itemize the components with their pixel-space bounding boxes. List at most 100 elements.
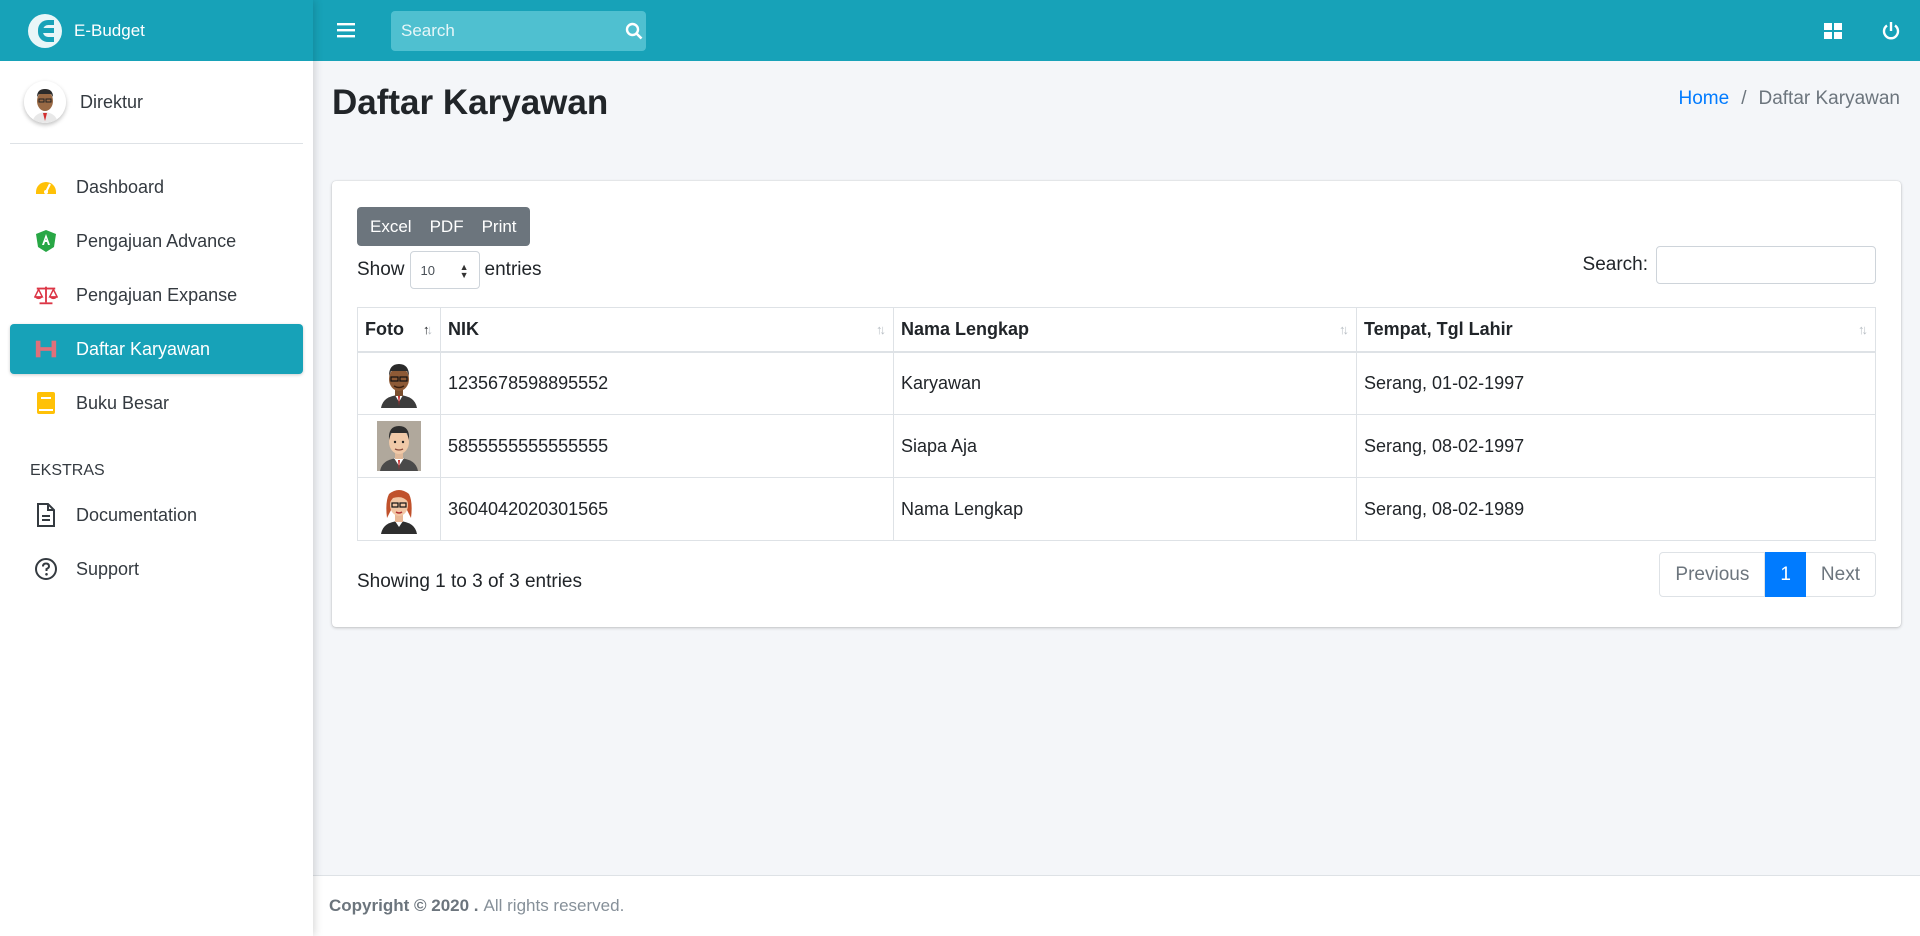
user-panel: Direktur (10, 61, 303, 144)
sidebar-item-label: Daftar Karyawan (76, 338, 211, 359)
employee-photo[interactable] (377, 421, 421, 471)
balance-scale-icon (34, 283, 58, 307)
table-search-label: Search: (1582, 254, 1648, 275)
employee-photo[interactable] (377, 358, 421, 409)
footer-copyright: Copyright © 2020 . (329, 896, 479, 915)
sidebar: E-Budget Direktur Dashboard Pengajuan Ad… (0, 0, 313, 936)
sidebar-item-label: Pengajuan Advance (76, 230, 237, 251)
previous-button[interactable]: Previous (1659, 552, 1766, 597)
sidebar-item-label: Dashboard (76, 176, 165, 197)
power-icon (1882, 21, 1900, 39)
column-header-tempat-tgl-lahir[interactable]: Tempat, Tgl Lahir ↑↓ (1356, 307, 1876, 353)
next-button[interactable]: Next (1805, 552, 1876, 597)
nama-cell: Siapa Aja (893, 414, 1357, 478)
table-row[interactable]: 5855555555555555 Siapa Aja Serang, 08-02… (357, 414, 1876, 478)
employee-table: Foto ↑↓ NIK ↑↓ Nama Lengkap ↑↓ Tempat, T… (357, 307, 1876, 541)
brand-text: E-Budget (74, 20, 145, 40)
hamburger-icon (337, 22, 355, 37)
breadcrumb: Home / Daftar Karyawan (1679, 88, 1900, 110)
column-header-nama-lengkap[interactable]: Nama Lengkap ↑↓ (893, 307, 1357, 353)
sidebar-item-label: Documentation (76, 504, 198, 525)
breadcrumb-current: Daftar Karyawan (1758, 88, 1900, 109)
column-header-foto[interactable]: Foto ↑↓ (357, 307, 441, 353)
sort-asc-icon: ↑↓ (423, 322, 433, 337)
nik-cell: 5855555555555555 (440, 414, 894, 478)
sort-icon: ↑↓ (1339, 322, 1349, 337)
table-search-input[interactable] (1656, 246, 1876, 284)
search-icon (625, 22, 643, 39)
sidebar-item-support[interactable]: Support (10, 544, 303, 594)
photo-cell (357, 351, 441, 415)
sort-icon: ↑↓ (876, 322, 886, 337)
page-1-button[interactable]: 1 (1765, 552, 1806, 597)
nama-cell: Nama Lengkap (893, 477, 1357, 541)
tachometer-icon (34, 175, 58, 199)
length-control: Show 10 ▲ ▼ entries (357, 251, 542, 289)
pdf-button[interactable]: PDF (421, 217, 473, 237)
entries-length-select[interactable]: 10 ▲ ▼ (409, 251, 480, 289)
grid-button[interactable] (1804, 0, 1862, 61)
breadcrumb-home-link[interactable]: Home (1679, 88, 1730, 110)
footer: Copyright © 2020 . All rights reserved. (313, 875, 1920, 936)
sidebar-item-documentation[interactable]: Documentation (10, 490, 303, 540)
sidebar-item-label: Buku Besar (76, 392, 170, 413)
brand-logo-icon (28, 13, 62, 48)
export-buttons: Excel PDF Print (357, 207, 530, 246)
ttl-cell: Serang, 08-02-1997 (1356, 414, 1876, 478)
book-icon (34, 391, 58, 415)
top-navbar (313, 0, 1920, 61)
navbar-right (1804, 0, 1920, 61)
sidebar-item-label: Support (76, 558, 140, 579)
sidebar-section-header: EKSTRAS (30, 462, 105, 479)
main-content: Daftar Karyawan Home / Daftar Karyawan E… (313, 61, 1920, 876)
sidebar-item-dashboard[interactable]: Dashboard (10, 162, 303, 212)
table-info: Showing 1 to 3 of 3 entries (357, 571, 582, 592)
column-header-nik[interactable]: NIK ↑↓ (440, 307, 894, 353)
photo-cell (357, 477, 441, 541)
sidebar-nav: Dashboard Pengajuan Advance Pengajuan Ex… (0, 144, 313, 594)
sort-icon: ↑↓ (1858, 322, 1868, 337)
navbar-search (391, 10, 646, 51)
sidebar-item-label: Pengajuan Expanse (76, 284, 238, 305)
sidebar-item-daftar-karyawan[interactable]: Daftar Karyawan (10, 324, 303, 374)
logout-button[interactable] (1862, 0, 1920, 61)
brand-link[interactable]: E-Budget (0, 0, 313, 61)
column-header-label: NIK (448, 318, 479, 339)
table-header-row: Foto ↑↓ NIK ↑↓ Nama Lengkap ↑↓ Tempat, T… (357, 307, 1876, 353)
user-name[interactable]: Direktur (80, 92, 143, 113)
employee-photo[interactable] (377, 484, 421, 534)
navbar-search-input[interactable] (391, 10, 622, 51)
nik-cell: 3604042020301565 (440, 477, 894, 541)
employee-table-card: Excel PDF Print Show 10 ▲ ▼ entries Searc… (332, 181, 1901, 627)
users-icon (34, 337, 58, 361)
column-header-label: Nama Lengkap (901, 318, 1030, 339)
nama-cell: Karyawan (893, 351, 1357, 415)
navbar-search-button[interactable] (622, 11, 646, 51)
file-icon (34, 503, 58, 527)
sidebar-item-pengajuan-advance[interactable]: Pengajuan Advance (10, 216, 303, 266)
ttl-cell: Serang, 08-02-1989 (1356, 477, 1876, 541)
photo-cell (357, 414, 441, 478)
print-button[interactable]: Print (473, 217, 526, 237)
footer-rights: All rights reserved. (483, 896, 625, 915)
ttl-cell: Serang, 01-02-1997 (1356, 351, 1876, 415)
page-title: Daftar Karyawan (332, 83, 609, 122)
entries-length-value: 10 (420, 262, 435, 278)
angular-shield-icon (34, 229, 58, 253)
select-arrows-icon: ▲ ▼ (459, 262, 469, 280)
avatar[interactable] (24, 81, 66, 123)
nik-cell: 1235678598895552 (440, 351, 894, 415)
show-label: Show (357, 259, 405, 280)
menu-toggle-button[interactable] (337, 18, 367, 44)
column-header-label: Foto (365, 318, 404, 339)
breadcrumb-separator: / (1741, 88, 1747, 109)
sidebar-item-buku-besar[interactable]: Buku Besar (10, 378, 303, 428)
table-row[interactable]: 1235678598895552 Karyawan Serang, 01-02-… (357, 351, 1876, 415)
entries-label: entries (484, 259, 542, 280)
table-row[interactable]: 3604042020301565 Nama Lengkap Serang, 08… (357, 477, 1876, 541)
excel-button[interactable]: Excel (361, 217, 421, 237)
pagination: Previous 1 Next (1659, 552, 1876, 597)
column-header-label: Tempat, Tgl Lahir (1364, 318, 1513, 339)
grid-icon (1824, 22, 1842, 39)
sidebar-item-pengajuan-expanse[interactable]: Pengajuan Expanse (10, 270, 303, 320)
